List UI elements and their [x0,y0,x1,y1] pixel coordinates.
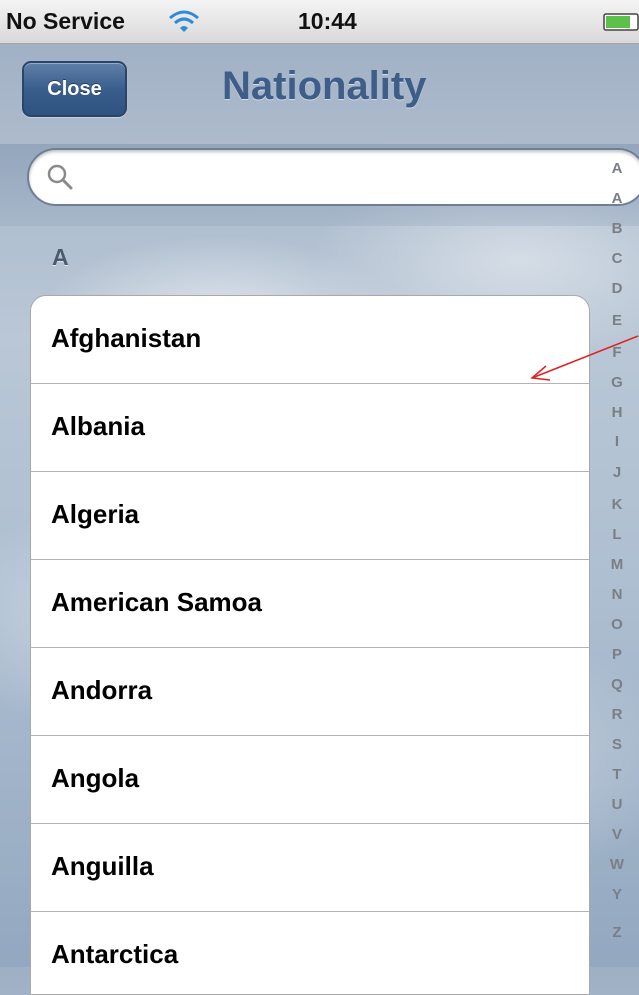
index-letter[interactable]: H [602,404,632,421]
carrier-label: No Service [6,8,125,34]
wifi-icon [167,9,201,33]
close-button[interactable]: Close [22,61,127,117]
battery-icon [603,13,639,31]
annotation-arrow [520,330,639,390]
index-letter[interactable]: V [602,826,632,843]
index-letter[interactable]: E [602,312,632,329]
index-letter[interactable]: A [602,190,632,207]
list-item-label: Albania [51,411,145,441]
index-letter[interactable]: T [602,766,632,783]
index-letter[interactable]: L [602,526,632,543]
list-item[interactable]: Albania [31,384,589,472]
list-item[interactable]: Afghanistan [31,296,589,384]
index-letter[interactable]: J [602,464,632,481]
section-header: A [52,244,69,270]
index-letter[interactable]: Y [602,886,632,903]
list-item[interactable]: Algeria [31,472,589,560]
list-item[interactable]: Angola [31,736,589,824]
list-item[interactable]: Andorra [31,648,589,736]
index-letter[interactable]: Q [602,676,632,693]
nav-bar: Close Nationality [0,44,639,144]
page-title: Nationality [222,64,427,108]
search-bar[interactable] [27,148,639,206]
index-letter[interactable]: I [602,433,632,450]
list-item[interactable]: Anguilla [31,824,589,912]
list-item-label: Anguilla [51,851,154,881]
country-list: Afghanistan Albania Algeria American Sam… [30,295,590,995]
search-icon [45,162,75,192]
clock: 10:44 [298,8,357,34]
index-letter[interactable]: N [602,586,632,603]
index-letter[interactable]: W [602,856,632,873]
index-letter[interactable]: A [602,160,632,177]
index-letter[interactable]: U [602,796,632,813]
list-item-label: Algeria [51,499,140,529]
index-letter[interactable]: M [602,556,632,573]
status-bar: No Service 10:44 [0,0,639,44]
list-item-label: Andorra [51,675,153,705]
list-item-label: Antarctica [51,939,179,969]
index-letter[interactable]: B [602,220,632,237]
list-item[interactable]: American Samoa [31,560,589,648]
list-item-label: Angola [51,763,140,793]
list-item-label: Afghanistan [51,323,202,353]
list-item-label: American Samoa [51,587,262,617]
search-input[interactable] [85,158,609,198]
index-letter[interactable]: K [602,496,632,513]
index-letter[interactable]: S [602,736,632,753]
index-letter[interactable]: D [602,280,632,297]
list-item[interactable]: Antarctica [31,912,589,994]
index-letter[interactable]: O [602,616,632,633]
index-letter[interactable]: C [602,250,632,267]
index-letter[interactable]: Z [602,924,632,941]
section-index-bar[interactable]: A A B C D E F G H I J K L M N O P Q R S … [602,156,632,956]
index-letter[interactable]: P [602,646,632,663]
index-letter[interactable]: R [602,706,632,723]
